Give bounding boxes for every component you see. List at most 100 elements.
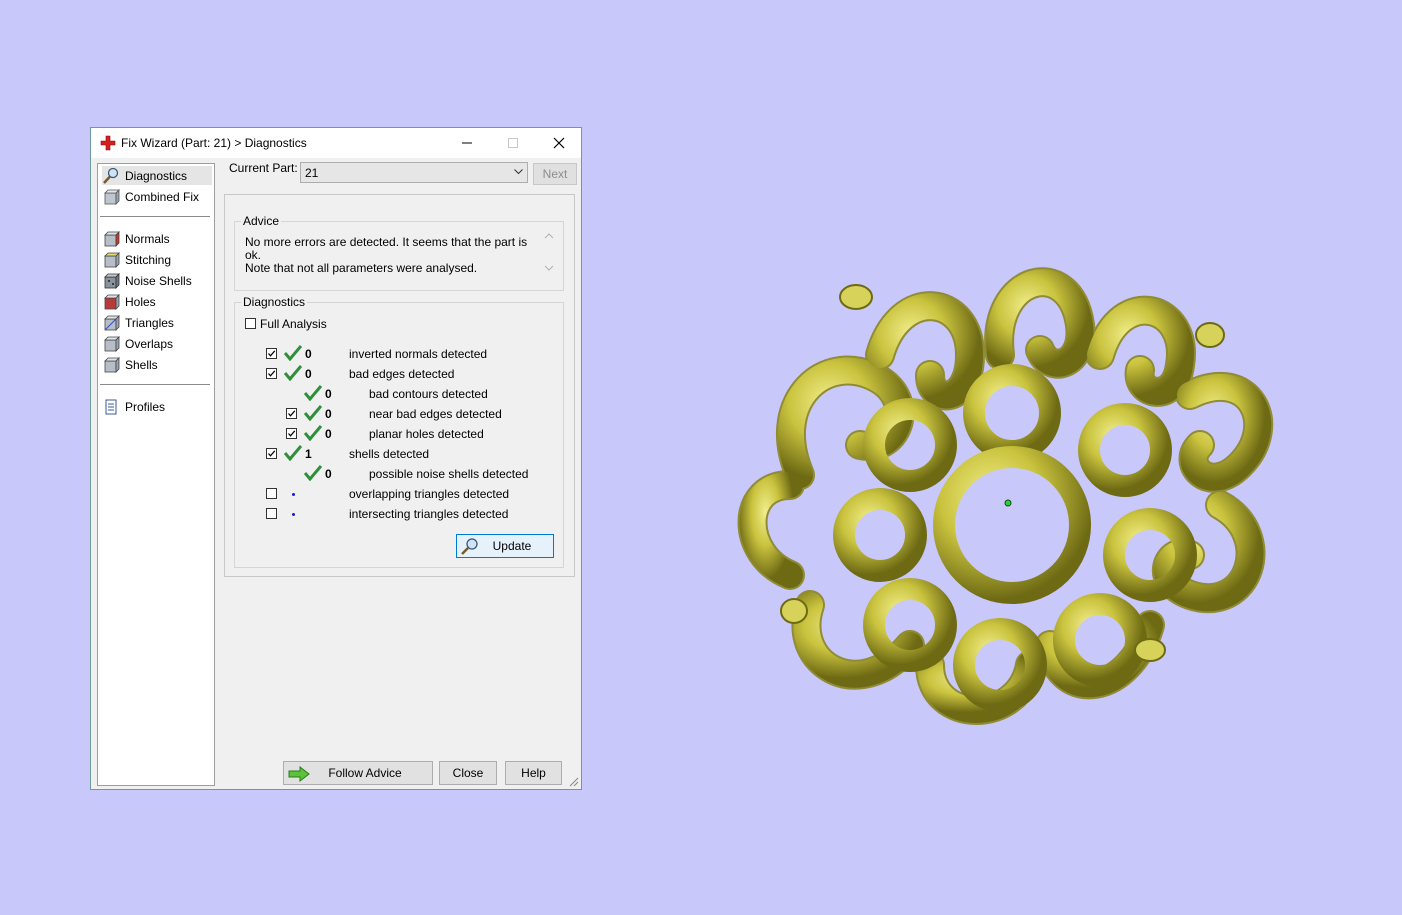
next-button[interactable]: Next: [533, 163, 577, 185]
current-part-value: 21: [305, 166, 319, 180]
maximize-button[interactable]: [490, 128, 536, 158]
title-bar[interactable]: Fix Wizard (Part: 21) > Diagnostics: [91, 128, 581, 158]
window-title: Fix Wizard (Part: 21) > Diagnostics: [121, 136, 307, 150]
diagnostics-title: Diagnostics: [241, 295, 308, 309]
sidebar-divider: [100, 384, 210, 385]
pivot-point: [1004, 499, 1012, 507]
sidebar-item-label: Diagnostics: [125, 168, 188, 183]
sidebar-item-label: Shells: [125, 357, 158, 372]
sidebar-divider: [100, 216, 210, 217]
diagnostics-group: Diagnostics Full Analysis 0 inverted nor…: [234, 295, 564, 568]
green-check-icon: [284, 445, 302, 461]
pending-dot-icon: [292, 513, 295, 516]
sidebar-item-label: Stitching: [125, 252, 172, 267]
noise-shells-label: possible noise shells detected: [369, 467, 529, 481]
sidebar-item-normals[interactable]: Normals: [102, 229, 212, 248]
diagnostics-panel: Advice No more errors are detected. It s…: [224, 194, 575, 577]
inverted-normals-label: inverted normals detected: [349, 347, 488, 361]
red-cross-icon: [100, 135, 116, 151]
current-part-label: Current Part:: [229, 161, 298, 175]
shells-checkbox[interactable]: [266, 448, 277, 459]
wizard-sidebar: Diagnostics Combined Fix Normals Stitchi…: [97, 163, 215, 786]
sidebar-item-label: Profiles: [125, 399, 166, 414]
chevron-down-icon: [514, 169, 523, 175]
sidebar-item-label: Triangles: [125, 315, 174, 330]
overlapping-triangles-checkbox[interactable]: [266, 488, 277, 499]
shells-cube-icon: [102, 356, 120, 374]
noise-shells-cube-icon: [102, 272, 120, 290]
sidebar-item-combined-fix[interactable]: Combined Fix: [102, 187, 212, 206]
advice-group: Advice No more errors are detected. It s…: [234, 214, 564, 291]
holes-cube-icon: [102, 293, 120, 311]
update-label: Update: [492, 539, 532, 553]
sidebar-item-label: Overlaps: [125, 336, 174, 351]
green-check-icon: [304, 385, 322, 401]
advice-title: Advice: [241, 214, 282, 228]
magnifier-icon: [461, 538, 478, 555]
green-check-icon: [304, 405, 322, 421]
near-bad-edges-count: 0: [325, 407, 332, 421]
bad-edges-checkbox[interactable]: [266, 368, 277, 379]
profiles-document-icon: [102, 398, 120, 416]
help-button[interactable]: Help: [505, 761, 562, 785]
green-arrow-icon: [288, 766, 310, 782]
3d-model-bowl[interactable]: [730, 245, 1280, 735]
sidebar-item-diagnostics[interactable]: Diagnostics: [102, 166, 212, 185]
advice-text: No more errors are detected. It seems th…: [245, 236, 535, 275]
noise-shells-count: 0: [325, 467, 332, 481]
shells-count: 1: [305, 447, 312, 461]
close-window-button[interactable]: [536, 128, 582, 158]
minimize-button[interactable]: [444, 128, 490, 158]
sidebar-item-noise-shells[interactable]: Noise Shells: [102, 271, 212, 290]
sidebar-item-stitching[interactable]: Stitching: [102, 250, 212, 269]
shells-label: shells detected: [349, 447, 430, 461]
stitching-cube-icon: [102, 251, 120, 269]
full-analysis-label: Full Analysis: [260, 317, 327, 331]
green-check-icon: [284, 345, 302, 361]
intersecting-triangles-checkbox[interactable]: [266, 508, 277, 519]
follow-advice-label: Follow Advice: [328, 766, 402, 780]
advice-scrollbar[interactable]: [543, 230, 555, 274]
sidebar-item-triangles[interactable]: Triangles: [102, 313, 212, 332]
sidebar-item-shells[interactable]: Shells: [102, 355, 212, 374]
update-button[interactable]: Update: [456, 534, 554, 558]
maximize-icon: [508, 138, 518, 148]
planar-holes-checkbox[interactable]: [286, 428, 297, 439]
bad-edges-count: 0: [305, 367, 312, 381]
sidebar-item-label: Holes: [125, 294, 156, 309]
normals-cube-icon: [102, 230, 120, 248]
planar-holes-count: 0: [325, 427, 332, 441]
follow-advice-button[interactable]: Follow Advice: [283, 761, 433, 785]
bad-edges-label: bad edges detected: [349, 367, 455, 381]
advice-line-2: Note that not all parameters were analys…: [245, 261, 478, 275]
fix-wizard-window: Fix Wizard (Part: 21) > Diagnostics Diag…: [90, 127, 582, 790]
sidebar-item-overlaps[interactable]: Overlaps: [102, 334, 212, 353]
green-check-icon: [284, 365, 302, 381]
near-bad-edges-checkbox[interactable]: [286, 408, 297, 419]
sidebar-item-label: Combined Fix: [125, 189, 200, 204]
green-check-icon: [304, 465, 322, 481]
bad-contours-count: 0: [325, 387, 332, 401]
sidebar-item-profiles[interactable]: Profiles: [102, 397, 212, 416]
sidebar-item-holes[interactable]: Holes: [102, 292, 212, 311]
resize-grip-icon[interactable]: [569, 777, 579, 787]
minimize-icon: [462, 142, 472, 144]
current-part-select[interactable]: 21: [300, 162, 528, 183]
full-analysis-checkbox[interactable]: [245, 318, 256, 329]
bad-contours-label: bad contours detected: [369, 387, 488, 401]
inverted-normals-checkbox[interactable]: [266, 348, 277, 359]
advice-line-1: No more errors are detected. It seems th…: [245, 235, 528, 262]
triangles-cube-icon: [102, 314, 120, 332]
near-bad-edges-label: near bad edges detected: [369, 407, 502, 421]
overlaps-cube-icon: [102, 335, 120, 353]
green-check-icon: [304, 425, 322, 441]
magnifier-icon: [102, 167, 120, 185]
close-button[interactable]: Close: [439, 761, 497, 785]
pending-dot-icon: [292, 493, 295, 496]
planar-holes-label: planar holes detected: [369, 427, 484, 441]
overlapping-triangles-label: overlapping triangles detected: [349, 487, 510, 501]
sidebar-item-label: Noise Shells: [125, 273, 192, 288]
intersecting-triangles-label: intersecting triangles detected: [349, 507, 509, 521]
combined-fix-icon: [102, 188, 120, 206]
close-icon: [553, 137, 565, 149]
